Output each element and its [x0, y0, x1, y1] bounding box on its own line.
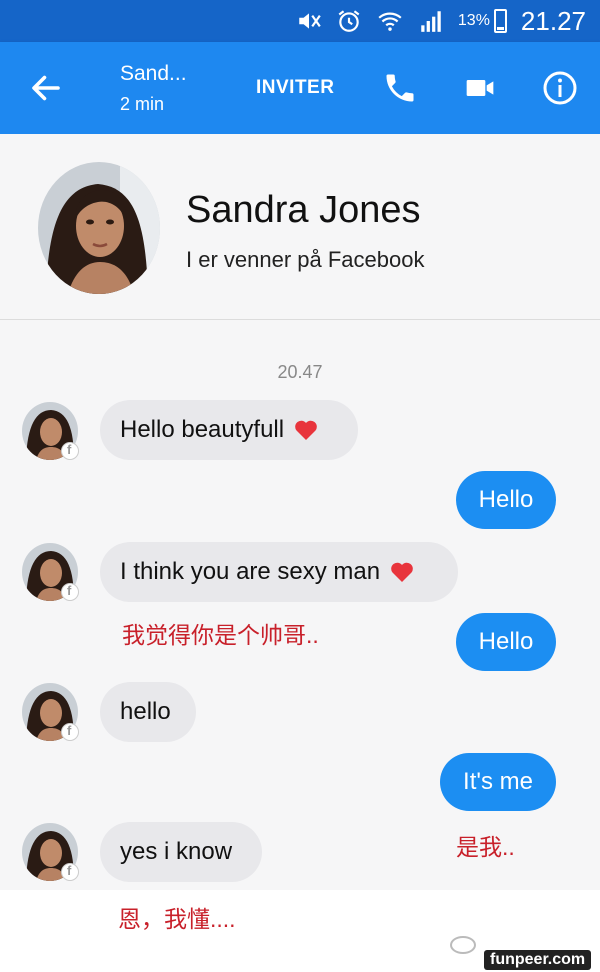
- signal-icon: [421, 11, 441, 32]
- message-text: yes i know: [120, 838, 233, 865]
- info-icon[interactable]: [542, 70, 578, 106]
- message-text: I think you are sexy man: [120, 558, 381, 585]
- facebook-badge-icon: [61, 442, 79, 460]
- outgoing-message[interactable]: Hello: [456, 613, 556, 671]
- incoming-message[interactable]: yes i know: [100, 822, 262, 882]
- conversation-header: Sand... 2 min INVITER: [0, 42, 600, 134]
- message-text: Hello: [478, 628, 534, 655]
- friendship-status: I er venner på Facebook: [186, 247, 425, 272]
- incoming-message[interactable]: Hello beautyfull: [100, 400, 358, 460]
- mute-icon: [299, 13, 321, 29]
- outgoing-message[interactable]: Hello: [456, 471, 556, 529]
- battery-percent: 13%: [457, 12, 490, 29]
- back-arrow-icon[interactable]: [28, 70, 64, 106]
- incoming-message[interactable]: hello: [100, 682, 196, 742]
- profile-avatar[interactable]: [38, 162, 160, 294]
- status-bar: 13% 21.27: [0, 0, 600, 42]
- translation-annotation: 是我..: [456, 834, 515, 860]
- video-camera-icon[interactable]: [462, 72, 498, 104]
- contact-name[interactable]: Sand...: [120, 62, 187, 86]
- clock: 21.27: [520, 5, 586, 36]
- message-text: Hello beautyfull: [120, 416, 285, 443]
- wifi-icon: [378, 12, 402, 31]
- message-timestamp: 20.47: [277, 362, 323, 382]
- outgoing-message[interactable]: It's me: [440, 753, 556, 811]
- profile-photo: [38, 162, 160, 294]
- facebook-badge-icon: [61, 863, 79, 881]
- message-text: Hello: [478, 486, 534, 513]
- incoming-message[interactable]: I think you are sexy man: [100, 542, 458, 602]
- heart-icon: [295, 420, 317, 440]
- facebook-badge-icon: [61, 723, 79, 741]
- battery-icon: [493, 9, 507, 33]
- watermark: funpeer.com: [484, 950, 592, 970]
- message-text: It's me: [463, 768, 533, 795]
- translation-annotation: 我觉得你是个帅哥..: [122, 622, 319, 648]
- message-text: hello: [120, 698, 171, 725]
- status-icons: 13% 21.27: [296, 4, 586, 38]
- alarm-icon: [338, 10, 360, 32]
- profile-name: Sandra Jones: [186, 189, 421, 231]
- last-active: 2 min: [120, 94, 165, 114]
- heart-icon: [391, 562, 413, 582]
- facebook-badge-icon: [61, 583, 79, 601]
- invite-button[interactable]: INVITER: [256, 77, 334, 99]
- translation-annotation: 恩，我懂....: [118, 906, 236, 932]
- battery-status: 13%: [458, 9, 507, 33]
- phone-icon[interactable]: [382, 70, 418, 106]
- contact-profile: Sandra Jones I er venner på Facebook: [0, 134, 600, 320]
- weibo-logo-icon: [450, 936, 476, 954]
